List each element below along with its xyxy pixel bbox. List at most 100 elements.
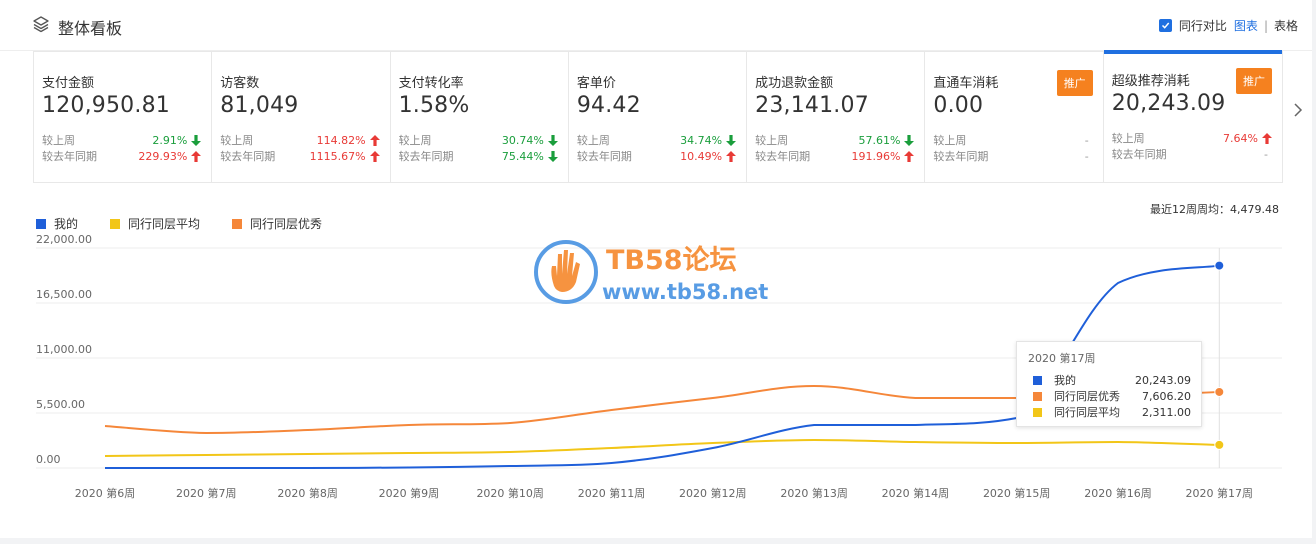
panel-header: 整体看板 同行对比 图表 | 表格 — [0, 0, 1312, 50]
metric-label: 成功退款金额 — [755, 76, 834, 91]
y-tick-label: 0.00 — [36, 453, 61, 466]
yoy-value: - — [1263, 147, 1268, 161]
wow-label: 较上周 — [398, 134, 432, 147]
x-tick-label: 2020 第16周 — [1084, 486, 1152, 500]
yoy-row: 较去年同期 - — [933, 148, 1092, 164]
yoy-row: 较去年同期 10.49% — [577, 148, 737, 164]
x-tick-label: 2020 第8周 — [277, 486, 338, 500]
wow-label: 较上周 — [933, 134, 967, 147]
yoy-value: 75.44% — [501, 149, 544, 163]
yoy-row: 较去年同期 191.96% — [755, 148, 915, 164]
yoy-row: 较去年同期 75.44% — [399, 148, 558, 164]
yoy-value: 1115.67% — [309, 149, 366, 163]
yoy-row: 较去年同期 - — [1112, 146, 1272, 162]
y-tick-label: 5,500.00 — [36, 398, 85, 411]
view-separator: | — [1263, 18, 1268, 33]
wow-label: 较上周 — [576, 134, 610, 147]
layers-icon — [33, 16, 49, 33]
wow-row: 较上周 57.61% — [755, 132, 915, 148]
view-chart-link[interactable]: 图表 — [1234, 17, 1258, 34]
y-tick-label: 11,000.00 — [36, 343, 92, 356]
arrow-up-icon — [191, 150, 202, 162]
yoy-label: 较去年同期 — [933, 150, 989, 163]
yoy-label: 较去年同期 — [755, 150, 811, 163]
tooltip-series-name: 同行同层平均 — [1054, 406, 1120, 419]
arrow-up-icon — [369, 150, 380, 162]
arrow-down-icon — [547, 150, 558, 162]
legend-swatch — [36, 218, 46, 229]
chevron-right-icon[interactable] — [1292, 102, 1304, 118]
wow-value: 7.64% — [1223, 131, 1258, 145]
yoy-value: - — [1084, 149, 1089, 163]
yoy-label: 较去年同期 — [42, 150, 97, 163]
tooltip-series-value: 7,606.20 — [1142, 389, 1191, 403]
metric-value: 120,950.81 — [42, 93, 170, 118]
yoy-value: 229.93% — [138, 149, 188, 163]
arrow-down-icon — [904, 134, 915, 146]
compare-checkbox[interactable] — [1158, 19, 1172, 32]
metric-card[interactable]: 支付转化率 1.58% 较上周 30.74% 较去年同期 75.44% — [391, 52, 569, 182]
metric-value: 20,243.09 — [1111, 91, 1226, 116]
wow-label: 较上周 — [755, 134, 789, 147]
view-table-link[interactable]: 表格 — [1274, 17, 1298, 34]
arrow-up-icon — [904, 150, 915, 162]
wow-row: 较上周 30.74% — [399, 132, 558, 148]
metric-card[interactable]: 客单价 94.42 较上周 34.74% 较去年同期 10.49% — [569, 52, 748, 182]
watermark: TB58论坛 www.tb58.net — [528, 232, 788, 312]
metric-label: 客单价 — [576, 76, 616, 91]
yoy-label: 较去年同期 — [220, 150, 276, 163]
overall-dashboard-panel: 整体看板 同行对比 图表 | 表格 支付金额 120,950.81 较上周 2.91%… — [0, 0, 1312, 538]
x-tick-label: 2020 第13周 — [780, 486, 848, 500]
compare-label[interactable]: 同行对比 — [1179, 17, 1227, 34]
watermark-url: www.tb58.net — [602, 280, 769, 304]
tooltip-series-name: 我的 — [1054, 374, 1076, 387]
metric-label: 访客数 — [220, 76, 260, 91]
arrow-down-icon — [191, 134, 202, 146]
metric-value: 94.42 — [576, 93, 641, 118]
yoy-label: 较去年同期 — [1111, 148, 1167, 161]
metric-value: 81,049 — [220, 93, 299, 118]
header-controls: 同行对比 图表 | 表格 — [1158, 17, 1298, 34]
metric-value: 23,141.07 — [755, 93, 869, 118]
promo-badge[interactable]: 推广 — [1056, 70, 1093, 96]
promo-badge[interactable]: 推广 — [1235, 68, 1272, 94]
x-tick-label: 2020 第9周 — [379, 486, 440, 500]
metric-card[interactable]: 访客数 81,049 较上周 114.82% 较去年同期 1115.67% — [212, 52, 391, 182]
x-tick-label: 2020 第10周 — [476, 486, 544, 500]
arrow-down-icon — [726, 134, 737, 146]
wow-label: 较上周 — [42, 134, 75, 147]
arrow-down-icon — [547, 134, 558, 146]
yoy-value: 10.49% — [680, 149, 723, 163]
wow-value: 2.91% — [152, 133, 188, 147]
x-tick-label: 2020 第12周 — [679, 486, 747, 500]
metric-value: 0.00 — [933, 93, 984, 118]
x-tick-label: 2020 第6周 — [75, 486, 136, 500]
wow-value: 30.74% — [501, 133, 544, 147]
hand-logo-icon — [534, 240, 598, 304]
metric-cards: 支付金额 120,950.81 较上周 2.91% 较去年同期 229.93% 访客数 81,… — [33, 50, 1283, 184]
legend-swatch — [232, 218, 243, 229]
metric-card[interactable]: 直通车消耗 0.00 较上周 - 较去年同期 - 推广 — [925, 52, 1104, 182]
data-point — [1214, 386, 1225, 397]
watermark-title: TB58论坛 — [606, 245, 737, 276]
weekly-average: 最近12周周均：4,479.48 — [1150, 203, 1279, 216]
metric-value: 1.58% — [398, 93, 470, 118]
metric-card[interactable]: 支付金额 120,950.81 较上周 2.91% 较去年同期 229.93% — [34, 52, 213, 182]
metric-label: 支付金额 — [42, 76, 95, 91]
tooltip-swatch — [1033, 391, 1042, 401]
checkmark-icon — [1161, 22, 1170, 29]
yoy-value: 191.96% — [851, 149, 901, 163]
wow-value: 34.74% — [680, 133, 723, 147]
wow-row: 较上周 7.64% — [1112, 130, 1272, 146]
y-tick-label: 16,500.00 — [36, 288, 92, 301]
metric-card[interactable]: 成功退款金额 23,141.07 较上周 57.61% 较去年同期 191.96% — [747, 52, 926, 182]
legend-swatch — [110, 218, 121, 229]
wow-value: - — [1084, 133, 1089, 147]
metric-card[interactable]: 超级推荐消耗 20,243.09 较上周 7.64% 较去年同期 - 推广 — [1103, 50, 1282, 184]
data-point — [1214, 439, 1225, 450]
arrow-up-icon — [1261, 132, 1272, 144]
tooltip-swatch — [1033, 407, 1042, 417]
yoy-row: 较去年同期 1115.67% — [220, 148, 380, 164]
tooltip-series-value: 2,311.00 — [1142, 405, 1191, 419]
x-tick-label: 2020 第15周 — [983, 486, 1051, 500]
